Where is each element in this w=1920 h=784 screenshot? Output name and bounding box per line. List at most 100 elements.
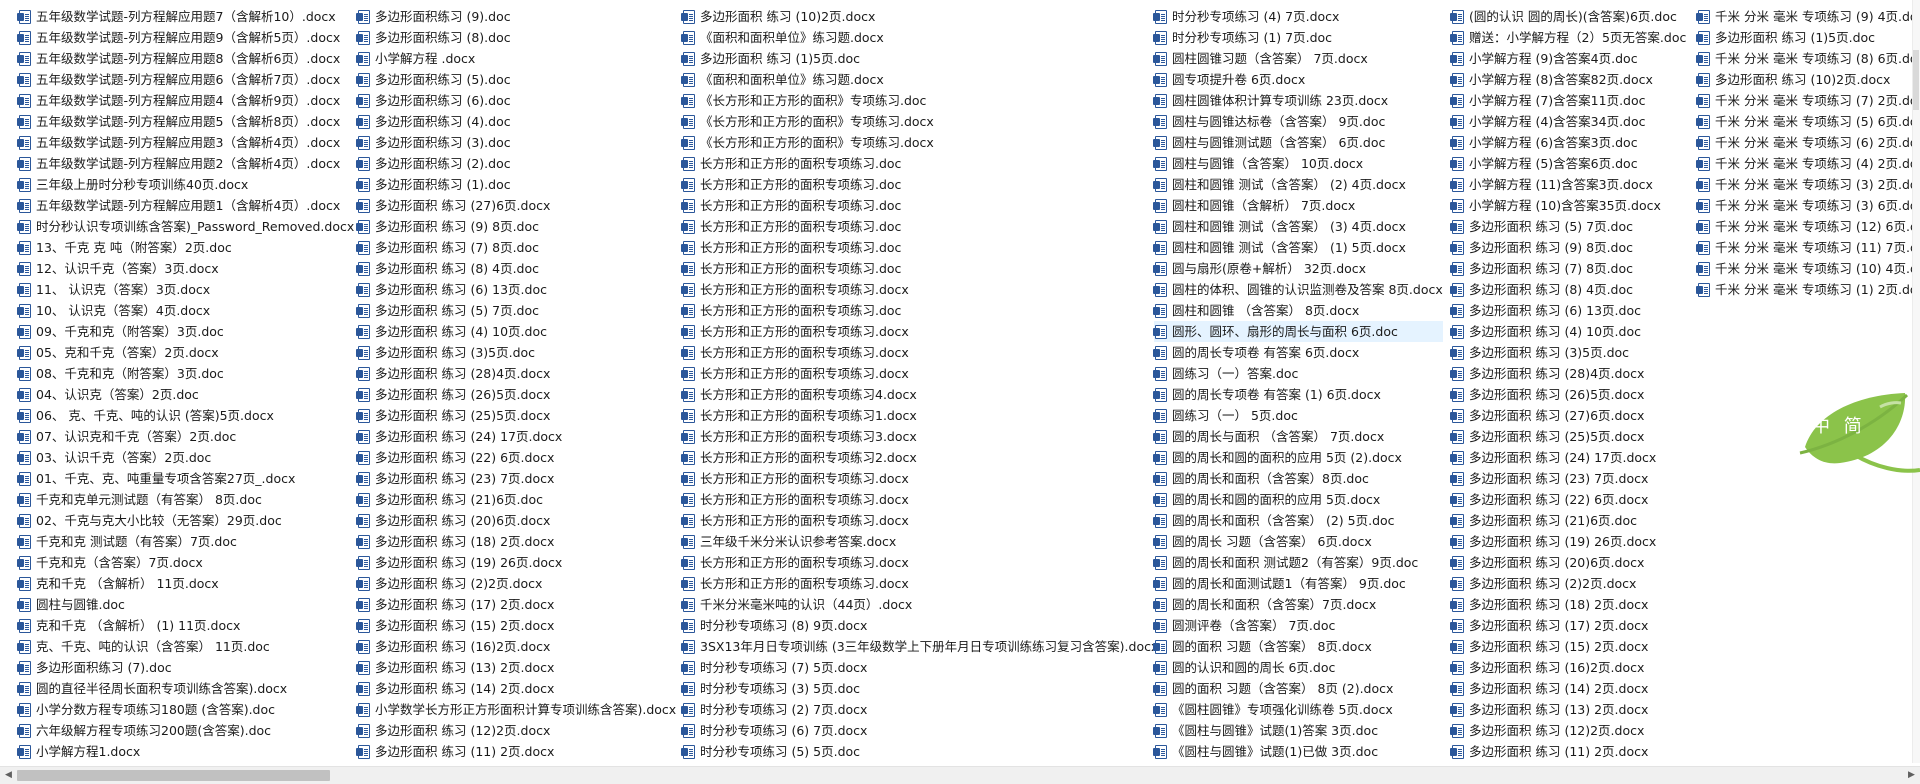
file-item[interactable]: 圆柱和圆锥 （含答案） 8页.docx	[1153, 300, 1443, 321]
file-item[interactable]: 多边形面积 练习 (28)4页.docx	[1450, 363, 1686, 384]
file-item[interactable]: 08、千克和克（附答案）3页.doc	[17, 363, 354, 384]
file-item[interactable]: 多边形面积 练习 (6) 13页.doc	[356, 279, 676, 300]
file-item[interactable]: 五年级数学试题-列方程解应用题5（含解析8页）.docx	[17, 111, 354, 132]
file-item[interactable]: 长方形和正方形的面积专项练习.docx	[681, 321, 1158, 342]
file-item[interactable]: 《长方形和正方形的面积》专项练习.doc	[681, 90, 1158, 111]
file-item[interactable]: 五年级数学试题-列方程解应用题4（含解析9页）.docx	[17, 90, 354, 111]
file-item[interactable]: 多边形面积练习 (5).doc	[356, 69, 676, 90]
file-item[interactable]: 千米 分米 毫米 专项练习 (12) 6页.docx	[1696, 216, 1920, 237]
file-item[interactable]: 圆柱和圆锥 测试（含答案） (2) 4页.docx	[1153, 174, 1443, 195]
file-item[interactable]: 多边形面积 练习 (26)5页.docx	[1450, 384, 1686, 405]
file-item[interactable]: 五年级数学试题-列方程解应用题2（含解析4页）.docx	[17, 153, 354, 174]
file-item[interactable]: 千米 分米 毫米 专项练习 (11) 7页.docx	[1696, 237, 1920, 258]
file-item[interactable]: 小学解方程 (5)含答案6页.doc	[1450, 153, 1686, 174]
file-item[interactable]: 多边形面积 练习 (16)2页.docx	[356, 636, 676, 657]
file-item[interactable]: 千克和克 测试题（有答案）7页.doc	[17, 531, 354, 552]
file-item[interactable]: 多边形面积 练习 (1)5页.doc	[1696, 27, 1920, 48]
file-item[interactable]: 多边形面积 练习 (15) 2页.docx	[356, 615, 676, 636]
file-item[interactable]: 千米 分米 毫米 专项练习 (7) 2页.docx	[1696, 90, 1920, 111]
file-item[interactable]: 多边形面积 练习 (5) 7页.doc	[356, 300, 676, 321]
file-item[interactable]: 04、认识克（答案）2页.doc	[17, 384, 354, 405]
file-item[interactable]: 多边形面积 练习 (17) 2页.docx	[1450, 615, 1686, 636]
file-item[interactable]: 多边形面积 练习 (9) 8页.doc	[356, 216, 676, 237]
file-item[interactable]: 多边形面积 练习 (19) 26页.docx	[1450, 531, 1686, 552]
file-item[interactable]: 六年级解方程专项练习200题(含答案).doc	[17, 720, 354, 741]
file-list-view[interactable]: 五年级数学试题-列方程解应用题7（含解析10）.docx 五年级数学试题-列方程解…	[0, 0, 1920, 763]
file-item[interactable]: 多边形面积 练习 (24) 17页.docx	[1450, 447, 1686, 468]
file-item[interactable]: 时分秒专项练习 (8) 9页.docx	[681, 615, 1158, 636]
file-item[interactable]: 长方形和正方形的面积专项练习.docx	[681, 342, 1158, 363]
file-item[interactable]: 长方形和正方形的面积专项练习.docx	[681, 489, 1158, 510]
file-item[interactable]: 10、 认识克（答案）4页.docx	[17, 300, 354, 321]
file-item[interactable]: 01、千克、克、吨重量专项含答案27页_.docx	[17, 468, 354, 489]
horizontal-scrollbar-thumb[interactable]	[17, 770, 330, 781]
file-item[interactable]: 千米分米毫米吨的认识（44页）.docx	[681, 594, 1158, 615]
file-item[interactable]: 《长方形和正方形的面积》专项练习.docx	[681, 132, 1158, 153]
file-item[interactable]: 多边形面积 练习 (20)6页.docx	[1450, 552, 1686, 573]
file-item[interactable]: 多边形面积 练习 (11) 2页.docx	[1450, 741, 1686, 762]
file-item[interactable]: 《圆柱与圆锥》试题(1)已做 3页.doc	[1153, 741, 1443, 762]
file-item[interactable]: 小学数学长方形正方形面积计算专项训练含答案).docx	[356, 699, 676, 720]
file-item[interactable]: 时分秒专项练习 (2) 7页.docx	[681, 699, 1158, 720]
file-item[interactable]: 千米 分米 毫米 专项练习 (1) 2页.docx	[1696, 279, 1920, 300]
file-item[interactable]: 圆柱和圆锥 测试（含答案） (1) 5页.docx	[1153, 237, 1443, 258]
file-item[interactable]: 小学分数方程专项练习180题 (含答案).doc	[17, 699, 354, 720]
file-item[interactable]: 千克和克（含答案）7页.docx	[17, 552, 354, 573]
file-item[interactable]: 时分秒认识专项训练含答案)_Password_Removed.docx	[17, 216, 354, 237]
file-item[interactable]: 多边形面积 练习 (13) 2页.docx	[356, 657, 676, 678]
file-item[interactable]: 小学解方程 (11)含答案3页.docx	[1450, 174, 1686, 195]
file-item[interactable]: 圆柱与圆锥达标卷（含答案） 9页.doc	[1153, 111, 1443, 132]
file-item[interactable]: 长方形和正方形的面积专项练习.doc	[681, 153, 1158, 174]
file-item[interactable]: 圆测评卷（含答案） 7页.doc	[1153, 615, 1443, 636]
file-item[interactable]: 圆与扇形(原卷+解析） 32页.docx	[1153, 258, 1443, 279]
file-item[interactable]: 多边形面积 练习 (14) 2页.docx	[356, 678, 676, 699]
file-item[interactable]: 长方形和正方形的面积专项练习1.docx	[681, 405, 1158, 426]
file-item[interactable]: 多边形面积 练习 (9) 8页.doc	[1450, 237, 1686, 258]
file-item[interactable]: 圆的周长和面积（含答案） (2) 5页.doc	[1153, 510, 1443, 531]
file-item[interactable]: 圆的周长专项卷 有答案 6页.docx	[1153, 342, 1443, 363]
file-item[interactable]: 多边形面积 练习 (16)2页.docx	[1450, 657, 1686, 678]
file-item[interactable]: 长方形和正方形的面积专项练习3.docx	[681, 426, 1158, 447]
file-item[interactable]: 多边形面积 练习 (5) 7页.doc	[1450, 216, 1686, 237]
file-item[interactable]: 多边形面积 练习 (2)2页.docx	[356, 573, 676, 594]
file-item[interactable]: 圆的认识和圆的周长 6页.doc	[1153, 657, 1443, 678]
file-item[interactable]: 圆柱的体积、圆锥的认识监测卷及答案 8页.docx	[1153, 279, 1443, 300]
file-item[interactable]: 多边形面积 练习 (15) 2页.docx	[1450, 636, 1686, 657]
file-item[interactable]: 圆的周长和圆的面积的应用 5页.docx	[1153, 489, 1443, 510]
file-item[interactable]: 圆的周长专项卷 有答案 (1) 6页.docx	[1153, 384, 1443, 405]
file-item[interactable]: 长方形和正方形的面积专项练习.docx	[681, 468, 1158, 489]
file-item[interactable]: 克和千克 （含解析） 11页.docx	[17, 573, 354, 594]
file-item[interactable]: 长方形和正方形的面积专项练习.docx	[681, 573, 1158, 594]
file-item[interactable]: 五年级数学试题-列方程解应用题8（含解析6页）.docx	[17, 48, 354, 69]
file-item[interactable]: 圆的直径半径周长面积专项训练含答案).docx	[17, 678, 354, 699]
file-item[interactable]: 多边形面积 练习 (12)2页.docx	[1450, 720, 1686, 741]
file-item[interactable]: 圆柱与圆锥（含答案） 10页.docx	[1153, 153, 1443, 174]
file-item[interactable]: 多边形面积 练习 (2)2页.docx	[1450, 573, 1686, 594]
file-item[interactable]: 06、 克、千克、吨的认识 (答案)5页.docx	[17, 405, 354, 426]
file-item[interactable]: 09、千克和克（附答案）3页.doc	[17, 321, 354, 342]
file-item[interactable]: 圆柱圆锥体积计算专项训练 23页.docx	[1153, 90, 1443, 111]
file-item[interactable]: 克和千克 （含解析） (1) 11页.docx	[17, 615, 354, 636]
file-item[interactable]: 多边形面积 练习 (19) 26页.docx	[356, 552, 676, 573]
file-item[interactable]: 多边形面积练习 (3).doc	[356, 132, 676, 153]
file-item[interactable]: 小学解方程 (4)含答案34页.doc	[1450, 111, 1686, 132]
file-item[interactable]: 长方形和正方形的面积专项练习.docx	[681, 510, 1158, 531]
file-item[interactable]: 圆练习（一）答案.doc	[1153, 363, 1443, 384]
file-item[interactable]: 圆的周长 习题（含答案） 6页.docx	[1153, 531, 1443, 552]
file-item[interactable]: 长方形和正方形的面积专项练习.doc	[681, 195, 1158, 216]
file-item[interactable]: 长方形和正方形的面积专项练习.docx	[681, 552, 1158, 573]
file-item[interactable]: 多边形面积练习 (9).doc	[356, 6, 676, 27]
file-item[interactable]: 多边形面积 练习 (17) 2页.docx	[356, 594, 676, 615]
file-item[interactable]: 《面积和面积单位》练习题.docx	[681, 69, 1158, 90]
file-item[interactable]: 克、千克、吨的认识（含答案） 11页.doc	[17, 636, 354, 657]
file-item[interactable]: 长方形和正方形的面积专项练习.doc	[681, 300, 1158, 321]
file-item[interactable]: 千米 分米 毫米 专项练习 (9) 4页.docx	[1696, 6, 1920, 27]
file-item[interactable]: 小学解方程 (8)含答案82页.docx	[1450, 69, 1686, 90]
vertical-scrollbar-thumb[interactable]	[1913, 50, 1919, 110]
file-item[interactable]: 时分秒专项练习 (4) 7页.docx	[1153, 6, 1443, 27]
file-item[interactable]: 多边形面积练习 (1).doc	[356, 174, 676, 195]
file-item[interactable]: 千米 分米 毫米 专项练习 (10) 4页.docx	[1696, 258, 1920, 279]
file-item[interactable]: 多边形面积练习 (8).doc	[356, 27, 676, 48]
file-item[interactable]: 多边形面积 练习 (4) 10页.doc	[356, 321, 676, 342]
file-item[interactable]: 圆的周长与面积 （含答案） 7页.docx	[1153, 426, 1443, 447]
